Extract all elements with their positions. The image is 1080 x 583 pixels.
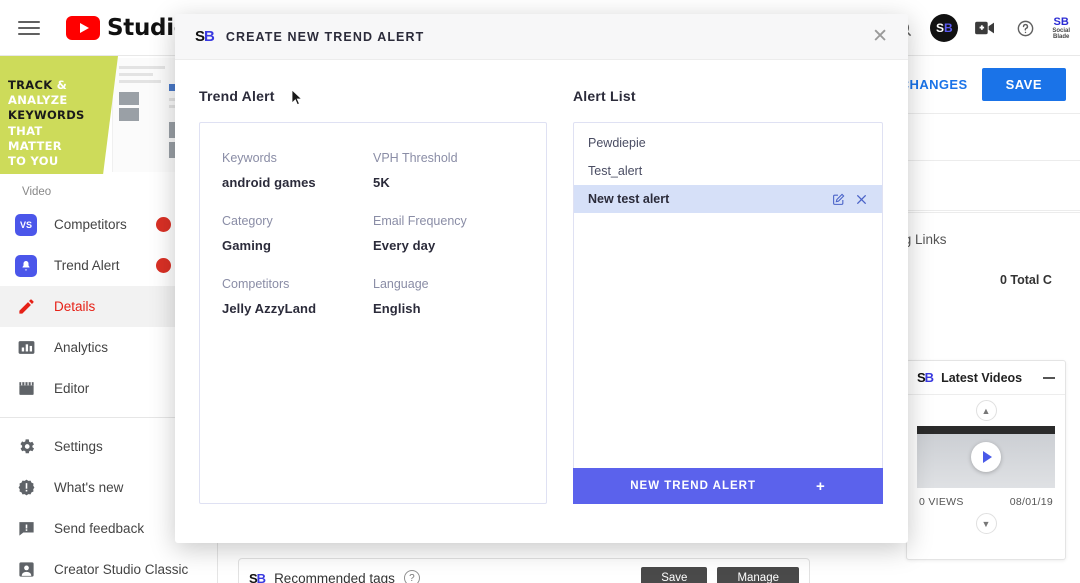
list-item[interactable]: New test alert: [574, 185, 882, 213]
app-root: Studiobeta SB: [0, 0, 1080, 583]
field-language: Language English: [373, 277, 524, 316]
field-vph-threshold: VPH Threshold 5K: [373, 151, 524, 190]
edit-icon[interactable]: [832, 193, 845, 206]
field-label: Email Frequency: [373, 214, 467, 228]
trend-alert-fields: Keywords android games VPH Threshold 5K …: [222, 151, 524, 340]
field-value: android games: [222, 175, 316, 190]
alert-name: New test alert: [588, 192, 670, 206]
field-value: Jelly AzzyLand: [222, 301, 317, 316]
alert-list-panel: Pewdiepie Test_alert New test alert NEW …: [573, 122, 883, 504]
field-label: Competitors: [222, 277, 290, 291]
trend-alert-panel: Keywords android games VPH Threshold 5K …: [199, 122, 547, 504]
close-icon[interactable]: [855, 193, 868, 206]
alert-name: Test_alert: [588, 164, 643, 178]
field-category: Category Gaming: [222, 214, 373, 253]
field-value: Gaming: [222, 238, 271, 253]
field-email-frequency: Email Frequency Every day: [373, 214, 524, 253]
field-keywords: Keywords android games: [222, 151, 373, 190]
field-value: Every day: [373, 238, 436, 253]
modal-title: CREATE NEW TREND ALERT: [225, 29, 425, 44]
trend-alert-heading: Trend Alert: [199, 88, 275, 104]
field-value: 5K: [373, 175, 390, 190]
social-blade-mark: SB: [195, 28, 215, 45]
field-value: English: [373, 301, 421, 316]
new-trend-alert-button[interactable]: NEW TREND ALERT +: [573, 468, 883, 504]
field-label: Language: [373, 277, 429, 291]
modal-header: SB CREATE NEW TREND ALERT ✕: [175, 14, 908, 60]
close-icon[interactable]: ✕: [872, 27, 888, 46]
field-label: VPH Threshold: [373, 151, 458, 165]
plus-icon: +: [815, 477, 826, 495]
list-item[interactable]: Pewdiepie: [574, 129, 882, 157]
alert-row-actions: [832, 193, 868, 206]
alert-list-heading: Alert List: [573, 88, 636, 104]
trend-alert-column: Trend Alert Keywords android games VPH T…: [199, 88, 547, 504]
list-item[interactable]: Test_alert: [574, 157, 882, 185]
alert-name: Pewdiepie: [588, 136, 646, 150]
field-label: Keywords: [222, 151, 277, 165]
alert-list-column: Alert List Pewdiepie Test_alert New test…: [573, 88, 883, 504]
create-trend-alert-modal: SB CREATE NEW TREND ALERT ✕ Trend Alert …: [175, 14, 908, 543]
field-competitors: Competitors Jelly AzzyLand: [222, 277, 373, 316]
new-trend-alert-label: NEW TREND ALERT: [630, 480, 756, 492]
modal-body: Trend Alert Keywords android games VPH T…: [175, 60, 908, 504]
field-label: Category: [222, 214, 273, 228]
